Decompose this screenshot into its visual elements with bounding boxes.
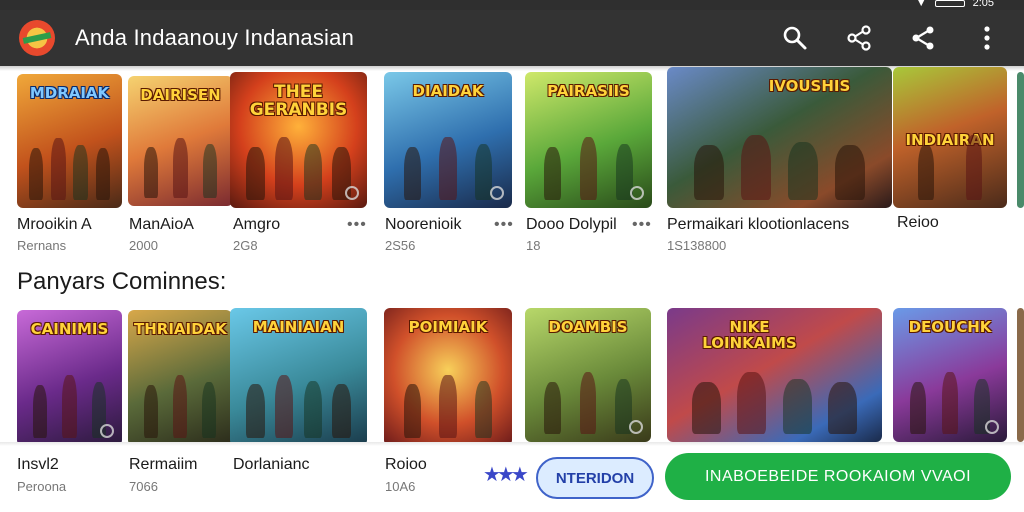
game-title[interactable]: Reioo	[897, 214, 939, 232]
game-banner: DOAMBIS	[548, 318, 628, 336]
game-banner: POIMIAIK	[408, 318, 488, 336]
status-time: 2:05	[972, 0, 994, 9]
tile-badge-icon	[629, 420, 643, 434]
share-icon[interactable]	[906, 21, 940, 55]
game-subtitle: 2S56	[385, 238, 416, 253]
game-subtitle: 2G8	[233, 238, 258, 253]
bottom-bar-shadow	[0, 442, 1024, 446]
game-tile-partial[interactable]	[1017, 72, 1024, 208]
search-icon[interactable]	[778, 21, 812, 55]
app-bar: Anda Indaanouy Indanasian	[0, 10, 1024, 66]
game-subtitle: 10A6	[385, 479, 416, 494]
game-tile[interactable]: PAIRASIIS	[525, 72, 652, 208]
game-tile[interactable]: NIKE LOINKAIMS	[667, 308, 882, 442]
app-bar-actions	[778, 21, 1004, 55]
status-bar: ▼ 2:05	[0, 0, 1024, 10]
game-title[interactable]: Roioo	[385, 456, 427, 474]
status-icons: ▼ 2:05	[916, 0, 994, 9]
tile-badge-icon	[345, 186, 359, 200]
signal-icon: ▼	[915, 0, 927, 9]
game-subtitle: 18	[526, 238, 541, 253]
game-tile[interactable]: INDIAIRAN	[893, 67, 1007, 208]
game-banner: IVOUSHIS	[768, 77, 851, 95]
tile-badge-icon	[630, 186, 644, 200]
share-icon[interactable]	[842, 21, 876, 55]
game-banner: DEOUCHK	[908, 318, 992, 336]
game-tile[interactable]: THRIAIDAK	[128, 310, 232, 446]
app-logo-icon[interactable]	[19, 20, 55, 56]
game-banner: MDRAIAK	[29, 84, 110, 102]
game-subtitle: Rernans	[17, 238, 67, 253]
game-subtitle: 2000	[129, 238, 158, 253]
game-banner: DIAIDAK	[412, 82, 484, 100]
game-banner: MAINIAIAN	[252, 318, 345, 336]
tile-badge-icon	[100, 424, 114, 438]
game-title[interactable]: Amgro	[233, 216, 280, 234]
game-banner: CAINIMIS	[30, 320, 109, 338]
game-title[interactable]: Noorenioik	[385, 216, 461, 234]
game-banner: DAIRISEN	[140, 86, 221, 104]
game-tile[interactable]: DEOUCHK	[893, 308, 1007, 442]
game-title[interactable]: Permaikari klootionlacens	[667, 216, 849, 234]
game-banner: PAIRASIIS	[547, 82, 630, 100]
game-tile-partial[interactable]	[1017, 308, 1024, 442]
game-tile[interactable]: MAINIAIAN	[230, 308, 367, 446]
section-title: Panyars Cominnes:	[17, 268, 227, 295]
rating-stars: ★★★	[483, 464, 529, 486]
game-banner: THRIAIDAK	[134, 320, 227, 338]
game-subtitle: 1S138800	[667, 238, 727, 253]
primary-action-button[interactable]: INABOEBEIDE ROOKAIOM VVAOI	[665, 453, 1011, 500]
game-banner: THEE GERANBIS	[249, 82, 348, 120]
game-title[interactable]: Dorlanianc	[233, 456, 309, 474]
more-options-icon[interactable]: •••	[632, 216, 652, 234]
secondary-button[interactable]: NTERIDON	[536, 457, 654, 499]
game-tile[interactable]: CAINIMIS	[17, 310, 122, 446]
more-options-icon[interactable]: •••	[494, 216, 514, 234]
game-tile[interactable]: MDRAIAK	[17, 74, 122, 208]
game-title[interactable]: Rermaiim	[129, 456, 197, 474]
game-tile[interactable]: DOAMBIS	[525, 308, 651, 442]
game-title[interactable]: Mrooikin A	[17, 216, 92, 234]
game-subtitle: Peroona	[17, 479, 67, 494]
more-options-icon[interactable]: •••	[347, 216, 367, 234]
more-vert-icon[interactable]	[970, 21, 1004, 55]
game-title[interactable]: Insvl2	[17, 456, 59, 474]
game-tile[interactable]: DAIRISEN	[128, 76, 233, 206]
game-title[interactable]: Dooo Dolypil	[526, 216, 617, 234]
game-title[interactable]: ManAioA	[129, 216, 194, 234]
battery-icon	[934, 0, 965, 7]
game-subtitle: 7066	[129, 479, 158, 494]
game-banner: NIKE LOINKAIMS	[702, 318, 797, 352]
game-tile[interactable]: IVOUSHIS	[667, 67, 892, 208]
game-tile[interactable]: THEE GERANBIS	[230, 72, 367, 208]
tile-badge-icon	[490, 186, 504, 200]
tile-badge-icon	[985, 420, 999, 434]
app-title: Anda Indaanouy Indanasian	[75, 25, 355, 50]
game-tile[interactable]: DIAIDAK	[384, 72, 512, 208]
game-tile[interactable]: POIMIAIK	[384, 308, 512, 446]
